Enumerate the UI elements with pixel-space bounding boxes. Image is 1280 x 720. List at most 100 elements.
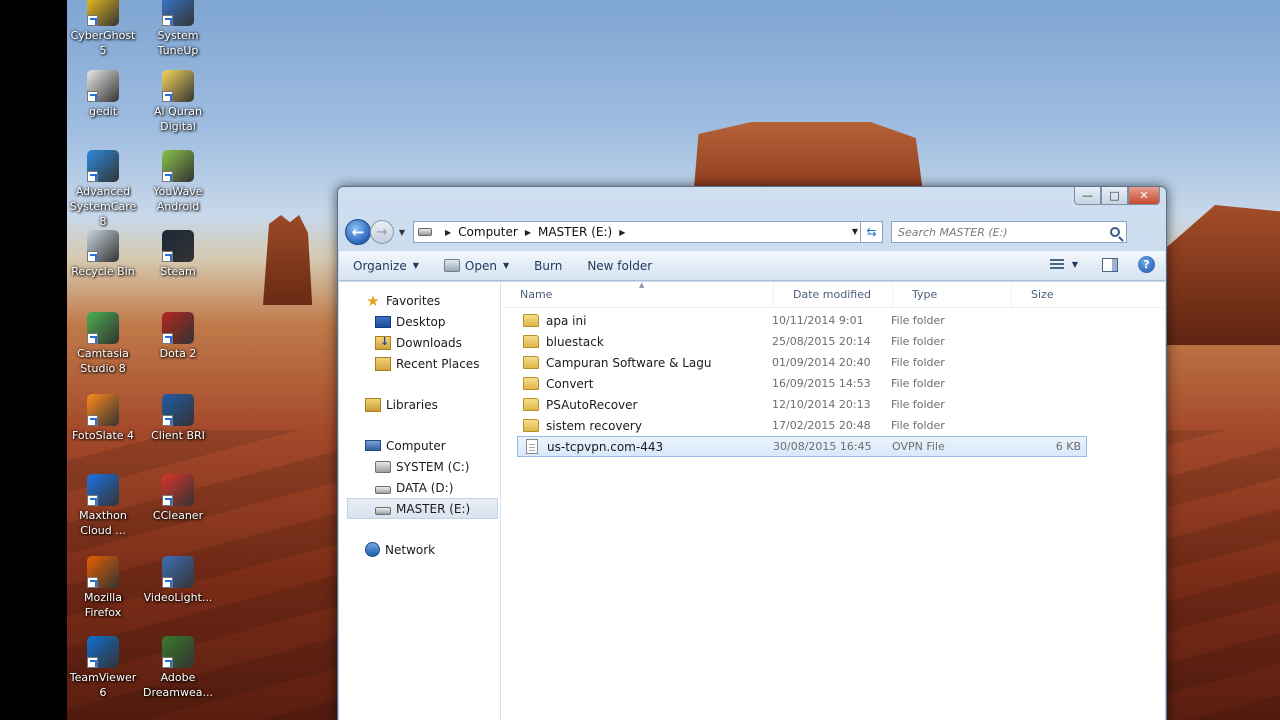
desktop-icon-item[interactable]: Advanced SystemCare 8 <box>66 150 140 229</box>
desktop-icon-item[interactable]: Adobe Dreamwea... <box>141 636 215 700</box>
desktop-icon-item[interactable]: Maxthon Cloud ... <box>66 474 140 538</box>
drive-icon <box>375 485 391 494</box>
burn-button[interactable]: Burn <box>534 259 562 273</box>
column-type[interactable]: Type <box>893 282 1012 307</box>
nav-libraries[interactable]: Libraries <box>339 394 500 415</box>
nav-recent-places[interactable]: Recent Places <box>339 353 500 374</box>
chevron-right-icon[interactable]: ▶ <box>525 228 531 237</box>
open-button[interactable]: Open ▼ <box>443 258 509 273</box>
desktop-icon-item[interactable]: VideoLight... <box>141 556 215 605</box>
nav-computer[interactable]: Computer <box>339 435 500 456</box>
nav-network[interactable]: Network <box>339 539 500 560</box>
file-date-cell: 25/08/2015 20:14 <box>772 335 871 348</box>
nav-favorites[interactable]: ★ Favorites <box>339 290 500 311</box>
nav-label: Network <box>385 542 436 557</box>
app-shortcut-icon <box>162 394 194 426</box>
app-shortcut-icon <box>162 0 194 26</box>
desktop-icon-item[interactable]: gedit <box>66 70 140 119</box>
nav-label: Computer <box>386 438 446 453</box>
nav-label: Libraries <box>386 397 438 412</box>
column-name[interactable]: Name <box>501 282 774 307</box>
chevron-right-icon[interactable]: ▶ <box>445 228 451 237</box>
file-row[interactable]: Convert 16/09/2015 14:53 File folder <box>517 373 1087 394</box>
file-name: apa ini <box>546 313 587 328</box>
nav-system-drive[interactable]: SYSTEM (C:) <box>339 456 500 477</box>
desktop-icon-label: System TuneUp <box>157 29 199 57</box>
shortcut-arrow-icon <box>162 415 173 426</box>
nav-data-drive[interactable]: DATA (D:) <box>339 477 500 498</box>
file-name: us-tcpvpn.com-443 <box>547 439 664 454</box>
nav-downloads[interactable]: Downloads <box>339 332 500 353</box>
desktop-icon-item[interactable]: FotoSlate 4 <box>66 394 140 443</box>
forward-button[interactable]: → <box>370 220 394 244</box>
desktop-icon-item[interactable]: CyberGhost 5 <box>66 0 140 58</box>
breadcrumb-computer[interactable]: Computer <box>458 225 518 239</box>
file-size-cell: 6 KB <box>1055 440 1081 453</box>
desktop-icon-item[interactable]: YouWave Android <box>141 150 215 214</box>
column-size[interactable]: Size <box>1012 282 1082 307</box>
file-date-cell: 16/09/2015 14:53 <box>772 377 871 390</box>
nav-desktop[interactable]: Desktop <box>339 311 500 332</box>
help-icon[interactable]: ? <box>1138 256 1155 273</box>
shortcut-arrow-icon <box>87 91 98 102</box>
search-icon[interactable] <box>1110 227 1120 237</box>
breadcrumb-master[interactable]: MASTER (E:) <box>538 225 612 239</box>
desktop-icon-item[interactable]: Al Quran Digital <box>141 70 215 134</box>
desktop-icon-item[interactable]: System TuneUp <box>141 0 215 58</box>
navigation-pane: ★ Favorites Desktop Downloads Recent Pla… <box>339 282 501 720</box>
change-view-icon[interactable] <box>1049 258 1066 272</box>
desktop-icon-item[interactable]: Steam <box>141 230 215 279</box>
file-type-cell: File folder <box>891 314 945 327</box>
shortcut-arrow-icon <box>162 251 173 262</box>
preview-pane-icon[interactable] <box>1102 257 1118 272</box>
nav-label: Favorites <box>386 293 441 308</box>
column-date-modified[interactable]: Date modified <box>774 282 893 307</box>
computer-icon <box>365 440 381 451</box>
organize-button[interactable]: Organize ▼ <box>353 259 419 273</box>
file-row[interactable]: us-tcpvpn.com-443 30/08/2015 16:45 OVPN Fi… <box>517 436 1087 457</box>
new-folder-button[interactable]: New folder <box>587 259 652 273</box>
file-row[interactable]: bluestack 25/08/2015 20:14 File folder <box>517 331 1087 352</box>
libraries-icon <box>365 397 381 412</box>
desktop-icon-label: VideoLight... <box>143 591 213 604</box>
chevron-right-icon[interactable]: ▶ <box>619 228 625 237</box>
minimize-button[interactable]: — <box>1074 187 1101 205</box>
desktop-icon-label: FotoSlate 4 <box>71 429 135 442</box>
nav-label: SYSTEM (C:) <box>396 459 470 474</box>
refresh-icon[interactable]: ⇆ <box>860 221 882 243</box>
shortcut-arrow-icon <box>87 415 98 426</box>
app-shortcut-icon <box>162 70 194 102</box>
search-input[interactable] <box>898 225 1110 239</box>
wallpaper-butte <box>263 215 313 305</box>
close-button[interactable]: ✕ <box>1128 187 1160 205</box>
recent-pages-dropdown[interactable]: ▼ <box>396 228 408 237</box>
file-row[interactable]: apa ini 10/11/2014 9:01 File folder <box>517 310 1087 331</box>
desktop-icon-item[interactable]: Mozilla Firefox <box>66 556 140 620</box>
open-label: Open <box>464 258 497 273</box>
app-shortcut-icon <box>162 636 194 668</box>
desktop-icon-item[interactable]: Camtasia Studio 8 <box>66 312 140 376</box>
file-row[interactable]: Campuran Software & Lagu 01/09/2014 20:40… <box>517 352 1087 373</box>
column-headers: Name ▲ Date modified Type Size <box>501 281 1165 308</box>
desktop-icon-item[interactable]: Recycle Bin <box>66 230 140 279</box>
maximize-button[interactable]: □ <box>1101 187 1128 205</box>
file-name: Campuran Software & Lagu <box>546 355 712 370</box>
chevron-down-icon[interactable]: ▼ <box>1072 260 1078 269</box>
desktop-icon-item[interactable]: Dota 2 <box>141 312 215 361</box>
nav-label: Desktop <box>396 314 446 329</box>
desktop-icon-item[interactable]: CCleaner <box>141 474 215 523</box>
shortcut-arrow-icon <box>162 91 173 102</box>
shortcut-arrow-icon <box>162 657 173 668</box>
chevron-down-icon: ▼ <box>412 261 419 270</box>
file-date-cell: 30/08/2015 16:45 <box>773 440 872 453</box>
nav-master-drive[interactable]: MASTER (E:) <box>347 498 498 519</box>
desktop-icon-item[interactable]: Client BRI <box>141 394 215 443</box>
desktop-icon-item[interactable]: TeamViewer 6 <box>66 636 140 700</box>
nav-label: Recent Places <box>396 356 480 371</box>
file-row[interactable]: sistem recovery 17/02/2015 20:48 File fold… <box>517 415 1087 436</box>
file-row[interactable]: PSAutoRecover 12/10/2014 20:13 File folder <box>517 394 1087 415</box>
address-dropdown-icon[interactable]: ▼ <box>852 227 858 236</box>
back-button[interactable]: ← <box>345 219 371 245</box>
address-bar[interactable]: ▶ Computer ▶ MASTER (E:) ▶ ▼ ⇆ <box>413 221 883 243</box>
